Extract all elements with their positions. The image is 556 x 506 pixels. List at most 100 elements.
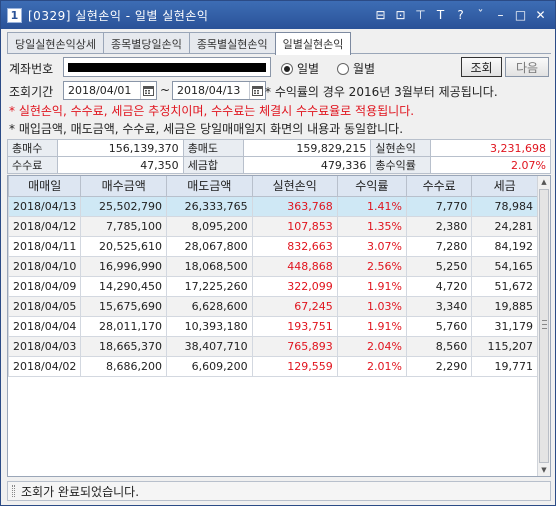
summary-row: 수수료 47,350 세금합 479,336 총수익률 2.07%: [7, 156, 551, 174]
minimize-icon[interactable]: –: [492, 6, 509, 23]
cell-realized-pnl: 765,893: [251, 335, 338, 357]
col-header-fee[interactable]: 수수료: [405, 176, 473, 197]
next-button[interactable]: 다음: [505, 57, 549, 77]
yield-notice: * 수익률의 경우 2016년 3월부터 제공됩니다.: [265, 85, 498, 99]
cell-return-rate: 1.03%: [336, 295, 408, 317]
pin-icon[interactable]: ⊤: [412, 6, 429, 23]
masked-account-number: [68, 63, 266, 72]
status-grip-icon: [12, 485, 15, 497]
date-range-separator: ~: [160, 83, 171, 97]
fee-label: 수수료: [7, 156, 58, 174]
calendar-icon[interactable]: [140, 82, 156, 99]
date-from-value: 2018/04/01: [68, 84, 132, 97]
grid-header-row: 매매일 매수금액 매도금액 실현손익 수익률 수수료 세금: [7, 176, 538, 197]
cell-trade-date: 2018/04/13: [7, 195, 82, 217]
title-bar[interactable]: 1 [0329] 실현손익 - 일별 실현손익 ⊟ ⊡ ⊤ T ? ˇ – □ …: [1, 1, 555, 29]
cell-tax: 115,207: [471, 335, 538, 357]
table-row[interactable]: 2018/04/09 14,290,450 17,225,260 322,099 1.9…: [7, 275, 538, 297]
radio-daily-label: 일별: [297, 62, 320, 76]
cell-trade-date: 2018/04/11: [7, 235, 82, 257]
close-icon[interactable]: ✕: [532, 6, 549, 23]
col-header-realized-pnl[interactable]: 실현손익: [251, 176, 338, 197]
table-row[interactable]: 2018/04/13 25,502,790 26,333,765 363,768 1.4…: [7, 195, 538, 217]
radio-monthly[interactable]: 월별: [337, 60, 375, 77]
link-icon[interactable]: ⊟: [372, 6, 389, 23]
cell-buy-amount: 15,675,690: [80, 295, 168, 317]
cell-buy-amount: 20,525,610: [80, 235, 168, 257]
col-header-trade-date[interactable]: 매매일: [7, 176, 82, 197]
account-field[interactable]: [63, 57, 271, 77]
fee-value: 47,350: [56, 156, 184, 174]
cell-realized-pnl: 832,663: [251, 235, 338, 257]
query-button[interactable]: 조회: [461, 57, 502, 77]
scroll-grip-icon: [542, 320, 547, 329]
cell-sell-amount: 18,068,500: [166, 255, 253, 277]
radio-daily-dot[interactable]: [281, 62, 293, 75]
cell-buy-amount: 8,686,200: [80, 355, 168, 377]
cell-realized-pnl: 67,245: [251, 295, 338, 317]
col-header-buy-amount[interactable]: 매수금액: [80, 176, 168, 197]
col-header-return[interactable]: 수익률: [336, 176, 408, 197]
calendar-icon[interactable]: [249, 82, 265, 99]
total-return-value: 2.07%: [430, 156, 551, 174]
summary-row: 총매수 156,139,370 총매도 159,829,215 실현손익 3,2…: [7, 139, 551, 157]
tax-total-label: 세금합: [182, 156, 244, 174]
vertical-scrollbar[interactable]: ▲ ▼: [537, 176, 550, 476]
total-sell-value: 159,829,215: [242, 139, 372, 157]
cell-return-rate: 1.35%: [336, 215, 408, 237]
cell-return-rate: 1.91%: [336, 275, 408, 297]
scroll-down-arrow-icon[interactable]: ▼: [538, 464, 550, 476]
tab-stock-realized-pnl[interactable]: 종목별실현손익: [188, 32, 276, 54]
date-from-field[interactable]: 2018/04/01: [63, 81, 157, 100]
cell-buy-amount: 18,665,370: [80, 335, 168, 357]
help-icon[interactable]: ?: [452, 6, 469, 23]
tab-strip: 당일실현손익상세 종목별당일손익 종목별실현손익 일별실현손익: [7, 32, 352, 55]
table-row[interactable]: 2018/04/04 28,011,170 10,393,180 193,751 1.9…: [7, 315, 538, 337]
scroll-thumb[interactable]: [539, 189, 549, 463]
cell-buy-amount: 28,011,170: [80, 315, 168, 337]
cell-return-rate: 3.07%: [336, 235, 408, 257]
cell-tax: 19,885: [471, 295, 538, 317]
cell-trade-date: 2018/04/04: [7, 315, 82, 337]
table-row[interactable]: 2018/04/02 8,686,200 6,609,200 129,559 2.01%…: [7, 355, 538, 377]
table-row[interactable]: 2018/04/11 20,525,610 28,067,800 832,663 3.0…: [7, 235, 538, 257]
col-header-sell-amount[interactable]: 매도금액: [166, 176, 253, 197]
account-label: 계좌번호: [9, 62, 54, 76]
cell-sell-amount: 38,407,710: [166, 335, 253, 357]
window-number-badge: 1: [7, 7, 22, 23]
scroll-up-arrow-icon[interactable]: ▲: [538, 176, 550, 188]
tab-intraday-realized-detail[interactable]: 당일실현손익상세: [7, 32, 104, 54]
cell-fee: 4,720: [405, 275, 473, 297]
cell-realized-pnl: 193,751: [251, 315, 338, 337]
tab-daily-realized-pnl[interactable]: 일별실현손익: [274, 32, 352, 55]
cell-sell-amount: 8,095,200: [166, 215, 253, 237]
realized-pnl-label: 실현손익: [370, 139, 432, 157]
cell-fee: 5,760: [405, 315, 473, 337]
table-row[interactable]: 2018/04/12 7,785,100 8,095,200 107,853 1.35%…: [7, 215, 538, 237]
cell-tax: 31,179: [471, 315, 538, 337]
cell-buy-amount: 14,290,450: [80, 275, 168, 297]
date-to-field[interactable]: 2018/04/13: [172, 81, 266, 100]
maximize-icon[interactable]: □: [512, 6, 529, 23]
radio-monthly-dot[interactable]: [337, 62, 349, 75]
font-size-icon[interactable]: T: [432, 6, 449, 23]
dropdown-icon[interactable]: ˇ: [472, 6, 489, 23]
col-header-tax[interactable]: 세금: [471, 176, 538, 197]
daily-pnl-grid[interactable]: 매매일 매수금액 매도금액 실현손익 수익률 수수료 세금 2018/04/13…: [7, 175, 551, 477]
table-row[interactable]: 2018/04/03 18,665,370 38,407,710 765,893 2.0…: [7, 335, 538, 357]
cell-sell-amount: 28,067,800: [166, 235, 253, 257]
tab-stock-daily-pnl[interactable]: 종목별당일손익: [102, 32, 190, 54]
info-note: * 매입금액, 매도금액, 수수료, 세금은 당일매매일지 화면의 내용과 동일…: [9, 122, 404, 136]
cell-buy-amount: 7,785,100: [80, 215, 168, 237]
cell-return-rate: 1.91%: [336, 315, 408, 337]
table-row[interactable]: 2018/04/05 15,675,690 6,628,600 67,245 1.03%…: [7, 295, 538, 317]
cell-fee: 3,340: [405, 295, 473, 317]
status-message: 조회가 완료되었습니다.: [21, 484, 140, 499]
estimate-warning: * 실현손익, 수수료, 세금은 추정치이며, 수수료는 체결시 수수료율로 적…: [9, 104, 415, 118]
radio-daily[interactable]: 일별: [281, 60, 319, 77]
window-list-icon[interactable]: ⊡: [392, 6, 409, 23]
cell-buy-amount: 25,502,790: [80, 195, 168, 217]
cell-trade-date: 2018/04/03: [7, 335, 82, 357]
realized-pnl-window: 1 [0329] 실현손익 - 일별 실현손익 ⊟ ⊡ ⊤ T ? ˇ – □ …: [0, 0, 556, 506]
table-row[interactable]: 2018/04/10 16,996,990 18,068,500 448,868 2.5…: [7, 255, 538, 277]
